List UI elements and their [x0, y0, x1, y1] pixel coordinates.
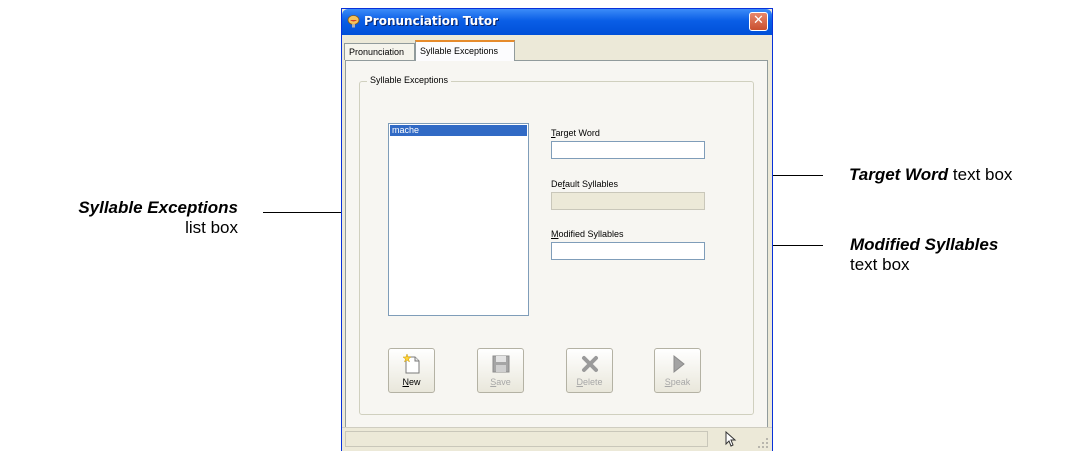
delete-button-label: Delete: [576, 377, 603, 387]
save-button[interactable]: Save: [477, 348, 524, 393]
default-syllables-label: Default Syllables: [551, 179, 618, 189]
close-icon: ✕: [753, 13, 764, 28]
default-syllables-textbox[interactable]: [551, 192, 705, 210]
new-document-icon: [403, 354, 420, 374]
modified-syllables-label-rest: odified Syllables: [558, 229, 624, 239]
new-button-label: New: [402, 377, 421, 387]
tab-syllable-exceptions-label: Syllable Exceptions: [420, 46, 499, 56]
group-legend: Syllable Exceptions: [367, 75, 452, 85]
tab-syllable-exceptions[interactable]: Syllable Exceptions: [415, 40, 515, 61]
modified-syllables-label: Modified Syllables: [551, 229, 624, 239]
play-triangle-icon: [673, 354, 685, 374]
floppy-disk-icon: [492, 355, 510, 373]
list-item[interactable]: mache: [390, 125, 527, 136]
callout-modified-syllables-bold: Modified Syllables: [850, 235, 999, 254]
tab-pronunciation[interactable]: Pronunciation: [344, 43, 415, 60]
status-bar: [342, 427, 772, 451]
resize-grip-icon[interactable]: [757, 437, 769, 449]
status-pane: [345, 431, 708, 447]
delete-button[interactable]: Delete: [566, 348, 613, 393]
window-title: Pronunciation Tutor: [364, 14, 499, 28]
syllable-exceptions-listbox[interactable]: mache: [388, 123, 529, 316]
title-bar[interactable]: Pronunciation Tutor ✕: [342, 9, 772, 35]
callout-target-word: Target Word text box: [849, 165, 1012, 185]
target-word-label-rest: arget Word: [555, 128, 600, 138]
tab-pronunciation-label: Pronunciation: [349, 47, 405, 57]
callout-modified-syllables: Modified Syllables text box: [850, 235, 998, 275]
modified-syllables-mnemonic: M: [551, 229, 559, 239]
target-word-textbox[interactable]: [551, 141, 705, 159]
callout-syllable-exceptions: Syllable Exceptions list box: [38, 198, 238, 238]
save-button-label: Save: [490, 377, 511, 387]
app-icon: [347, 15, 360, 28]
callout-syllable-exceptions-bold: Syllable Exceptions: [78, 198, 238, 217]
pronunciation-tutor-window: Pronunciation Tutor ✕ Pronunciation Syll…: [341, 8, 773, 451]
default-syllables-label-pre: De: [551, 179, 563, 189]
new-button[interactable]: New: [388, 348, 435, 393]
speak-button-label: Speak: [664, 377, 691, 387]
callout-target-word-rest: text box: [948, 165, 1013, 184]
callout-target-word-bold: Target Word: [849, 165, 949, 184]
speak-button[interactable]: Speak: [654, 348, 701, 393]
red-x-icon: [582, 356, 598, 372]
close-button[interactable]: ✕: [749, 12, 768, 31]
default-syllables-label-rest: ault Syllables: [565, 179, 619, 189]
syllable-exceptions-panel: Syllable Exceptions mache Target Word De…: [345, 60, 768, 428]
callout-syllable-exceptions-rest: list box: [185, 218, 238, 237]
cursor-pointer-icon: [725, 431, 737, 447]
target-word-label: Target Word: [551, 128, 600, 138]
modified-syllables-textbox[interactable]: [551, 242, 705, 260]
callout-modified-syllables-rest: text box: [850, 255, 910, 274]
